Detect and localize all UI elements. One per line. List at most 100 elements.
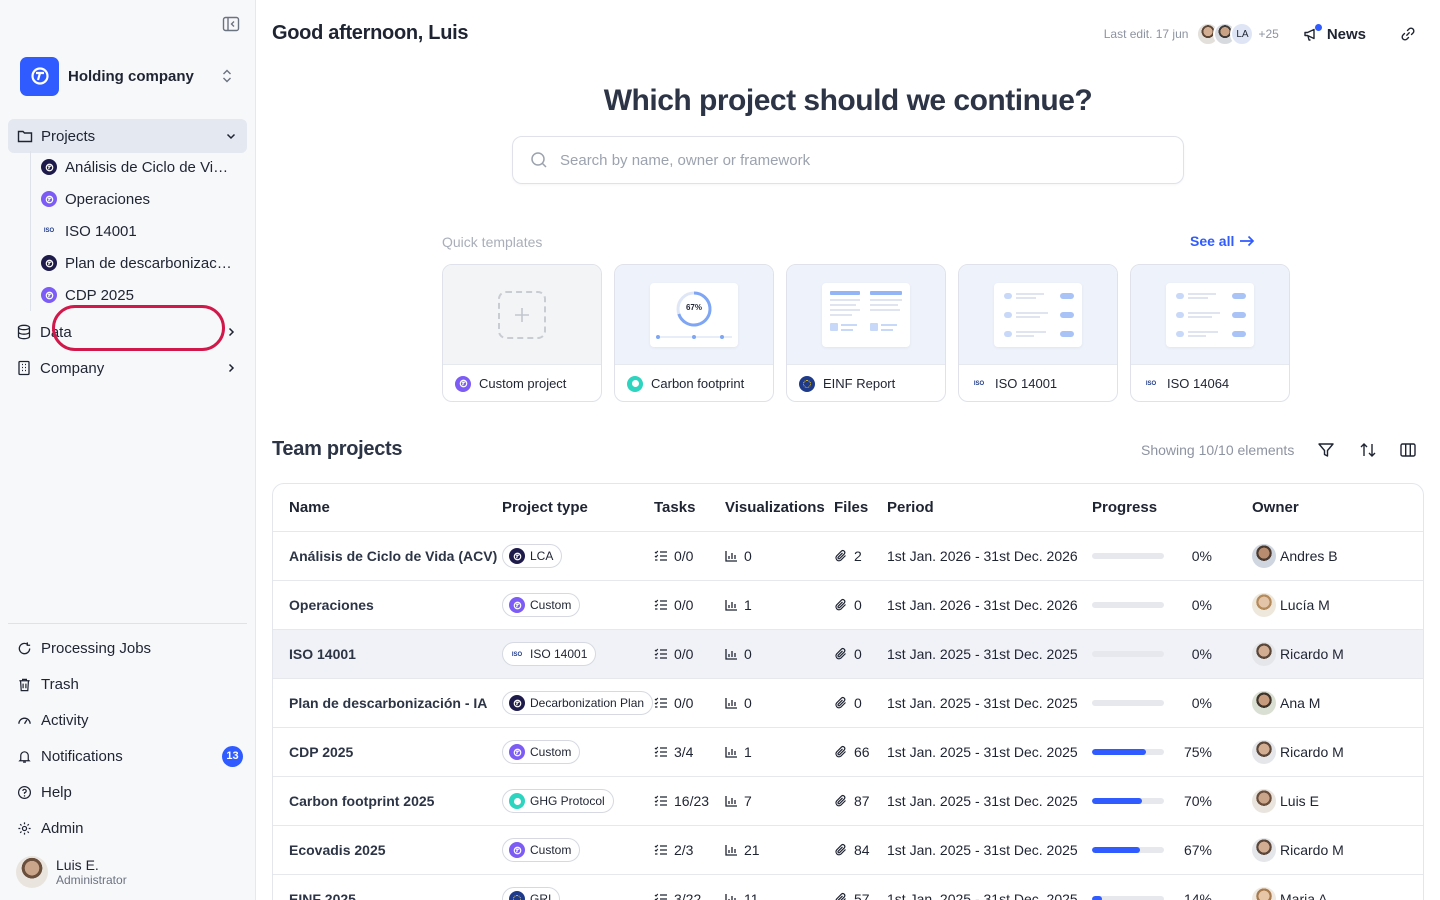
template-card[interactable]: Custom project [442, 264, 602, 402]
template-card[interactable]: EINF Report [786, 264, 946, 402]
table-row[interactable]: CDP 2025 Custom 3/4 1 66 1st Jan. 2025 - 31st… [273, 728, 1423, 777]
project-name[interactable]: CDP 2025 [289, 728, 353, 776]
template-label: ISO 14064 [1167, 376, 1230, 391]
column-header[interactable]: Project type [502, 484, 588, 531]
nav-admin[interactable]: Admin [8, 810, 247, 846]
bar-chart-icon [725, 746, 738, 758]
sidebar-divider [8, 623, 247, 624]
more-collaborators-count[interactable]: +25 [1258, 27, 1278, 41]
nav-item-label: Admin [41, 819, 84, 837]
template-preview: 67% [615, 265, 773, 365]
template-label: ISO 14001 [995, 376, 1058, 391]
template-list: Custom project 67% Carbon footprint EINF… [442, 264, 1290, 402]
gear-icon [18, 821, 31, 835]
tasks-value: 3/4 [674, 744, 694, 760]
progress-bar [1092, 602, 1164, 608]
column-header[interactable]: Progress [1092, 484, 1157, 531]
nav-activity[interactable]: Activity [8, 702, 247, 738]
progress-bar [1092, 749, 1164, 755]
header-actions: Last edit. 17 jun LA +25 News [1104, 20, 1416, 48]
sidebar-project-item[interactable]: Plan de descarbonización - IA [31, 247, 244, 279]
progress-bar [1092, 798, 1164, 804]
progress-fill [1092, 847, 1141, 853]
nav-item-label: Activity [41, 711, 89, 729]
checklist-icon [654, 599, 668, 611]
sort-icon[interactable] [1359, 441, 1377, 459]
project-name[interactable]: EINF 2025 [289, 875, 356, 900]
project-type-label: Custom [530, 598, 572, 612]
project-name[interactable]: Ecovadis 2025 [289, 826, 386, 874]
files-cell: 0 [834, 679, 862, 727]
nav-help[interactable]: Help [8, 774, 247, 810]
progress-label: 67% [1183, 842, 1212, 858]
nav-processing-jobs[interactable]: Processing Jobs [8, 630, 247, 666]
nav-item-label: Notifications [41, 747, 123, 765]
column-header[interactable]: Owner [1252, 484, 1299, 531]
progress-cell: 0% [1092, 630, 1212, 678]
table-row[interactable]: Plan de descarbonización - IA Decarboniza… [273, 679, 1423, 728]
table-row[interactable]: Análisis de Ciclo de Vida (ACV) LCA 0/0 0 2 1… [273, 532, 1423, 581]
filter-icon[interactable] [1317, 441, 1335, 459]
see-all-link[interactable]: See all [1190, 233, 1255, 249]
project-name[interactable]: Operaciones [289, 581, 374, 629]
owner-cell[interactable]: Lucía M [1252, 581, 1330, 629]
sidebar-project-item[interactable]: Operaciones [31, 183, 244, 215]
nav-projects[interactable]: Projects [8, 119, 247, 153]
nav-notifications[interactable]: Notifications 13 [8, 738, 247, 774]
columns-icon[interactable] [1399, 441, 1417, 459]
user-profile[interactable]: Luis E. Administrator [16, 856, 127, 888]
column-header[interactable]: Tasks [654, 484, 695, 531]
project-name[interactable]: Carbon footprint 2025 [289, 777, 434, 825]
project-name[interactable]: Análisis de Ciclo de Vida (ACV) [289, 532, 497, 580]
template-card[interactable]: ISO ISO 14064 [1130, 264, 1290, 402]
collapse-sidebar-icon[interactable] [222, 16, 240, 32]
files-cell: 57 [834, 875, 870, 900]
owner-name: Ricardo M [1280, 646, 1344, 662]
column-header[interactable]: Visualizations [725, 484, 825, 531]
bar-chart-icon [725, 893, 738, 900]
news-button[interactable]: News [1303, 23, 1366, 43]
help-icon [17, 785, 32, 799]
owner-cell[interactable]: Ana M [1252, 679, 1320, 727]
avatar [1252, 544, 1276, 568]
table-row[interactable]: Carbon footprint 2025 GHG Protocol 16/23 7 8… [273, 777, 1423, 826]
column-header[interactable]: Period [887, 484, 934, 531]
period-value: 1st Jan. 2025 - 31st Dec. 2025 [887, 695, 1078, 711]
progress-cell: 14% [1092, 875, 1212, 900]
sidebar-project-item[interactable]: Análisis de Ciclo de Vida (ACV) [31, 151, 244, 183]
nav-trash[interactable]: Trash [8, 666, 247, 702]
sidebar-project-item[interactable]: ISO ISO 14001 [31, 215, 244, 247]
owner-cell[interactable]: Luis E [1252, 777, 1319, 825]
nav-company[interactable]: Company [8, 351, 247, 385]
link-icon[interactable] [1400, 26, 1416, 42]
org-switcher[interactable]: Holding company [20, 56, 240, 96]
avatar [1252, 593, 1276, 617]
viz-cell: 21 [725, 826, 760, 874]
iso-logo-icon: ISO [1145, 380, 1157, 387]
column-header[interactable]: Files [834, 484, 868, 531]
column-header[interactable]: Name [289, 484, 330, 531]
table-row[interactable]: ISO 14001 ISO ISO 14001 0/0 0 0 1st Jan. 2025 … [273, 630, 1423, 679]
paperclip-icon [834, 598, 848, 612]
tasks-value: 3/22 [674, 891, 702, 900]
project-name[interactable]: ISO 14001 [289, 630, 356, 678]
project-name[interactable]: Plan de descarbonización - IA [289, 679, 487, 727]
table-row[interactable]: Ecovadis 2025 Custom 2/3 21 84 1st Jan. 2025 … [273, 826, 1423, 875]
owner-cell[interactable]: Andres B [1252, 532, 1338, 580]
table-row[interactable]: EINF 2025 GRI 3/22 11 57 1st Jan. 2025 - 31st… [273, 875, 1423, 900]
database-icon [17, 324, 31, 340]
progress-label: 75% [1183, 744, 1212, 760]
template-card[interactable]: 67% Carbon footprint [614, 264, 774, 402]
owner-cell[interactable]: Ricardo M [1252, 728, 1344, 776]
bar-chart-icon [725, 795, 738, 807]
search-input[interactable] [560, 151, 1120, 169]
table-row[interactable]: Operaciones Custom 0/0 1 0 1st Jan. 2026 - 31… [273, 581, 1423, 630]
bar-chart-icon [725, 844, 738, 856]
collaborator-avatars[interactable]: LA [1196, 22, 1255, 46]
owner-cell[interactable]: Ricardo M [1252, 826, 1344, 874]
template-card[interactable]: ISO ISO 14001 [958, 264, 1118, 402]
owner-cell[interactable]: Ricardo M [1252, 630, 1344, 678]
owner-cell[interactable]: Maria A [1252, 875, 1327, 900]
files-cell: 84 [834, 826, 870, 874]
project-type-label: Custom [530, 745, 572, 759]
